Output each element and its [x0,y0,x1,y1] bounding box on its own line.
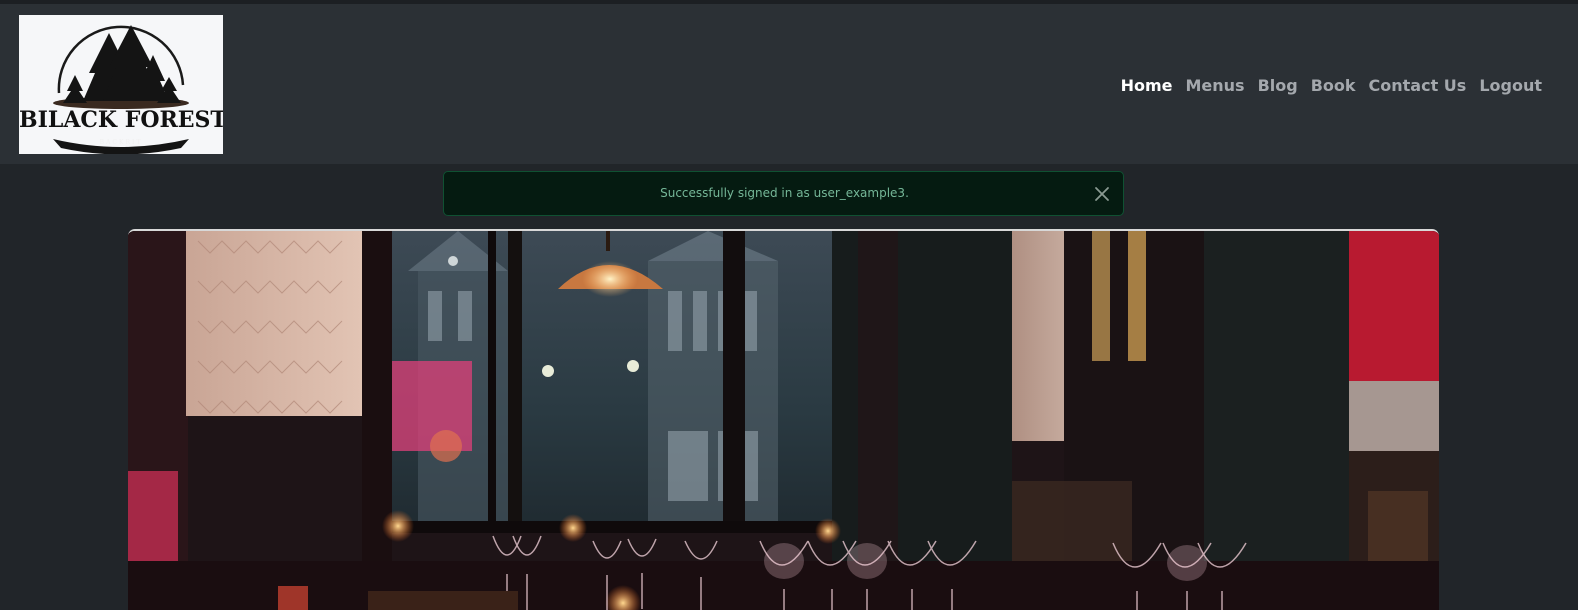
site-logo[interactable]: BILACK FOREST BACKRIT [19,15,223,154]
restaurant-interior-photo [128,231,1439,610]
success-alert: Successfully signed in as user_example3. [443,171,1124,216]
navbar: BILACK FOREST BACKRIT Home Menus Blog Bo… [0,4,1578,164]
nav-link-home[interactable]: Home [1121,76,1173,95]
pine-trees-icon [53,25,189,154]
main-nav: Home Menus Blog Book Contact Us Logout [1121,76,1542,95]
close-icon[interactable] [1093,185,1111,203]
nav-link-book[interactable]: Book [1311,76,1356,95]
hero-image [128,229,1439,610]
alert-message: Successfully signed in as user_example3. [660,186,909,200]
logo-title: BILACK FOREST [19,107,223,133]
nav-link-blog[interactable]: Blog [1258,76,1298,95]
nav-link-menus[interactable]: Menus [1186,76,1245,95]
nav-link-logout[interactable]: Logout [1479,76,1542,95]
nav-link-contact-us[interactable]: Contact Us [1369,76,1467,95]
logo-subtitle: BACKRIT [99,139,143,146]
